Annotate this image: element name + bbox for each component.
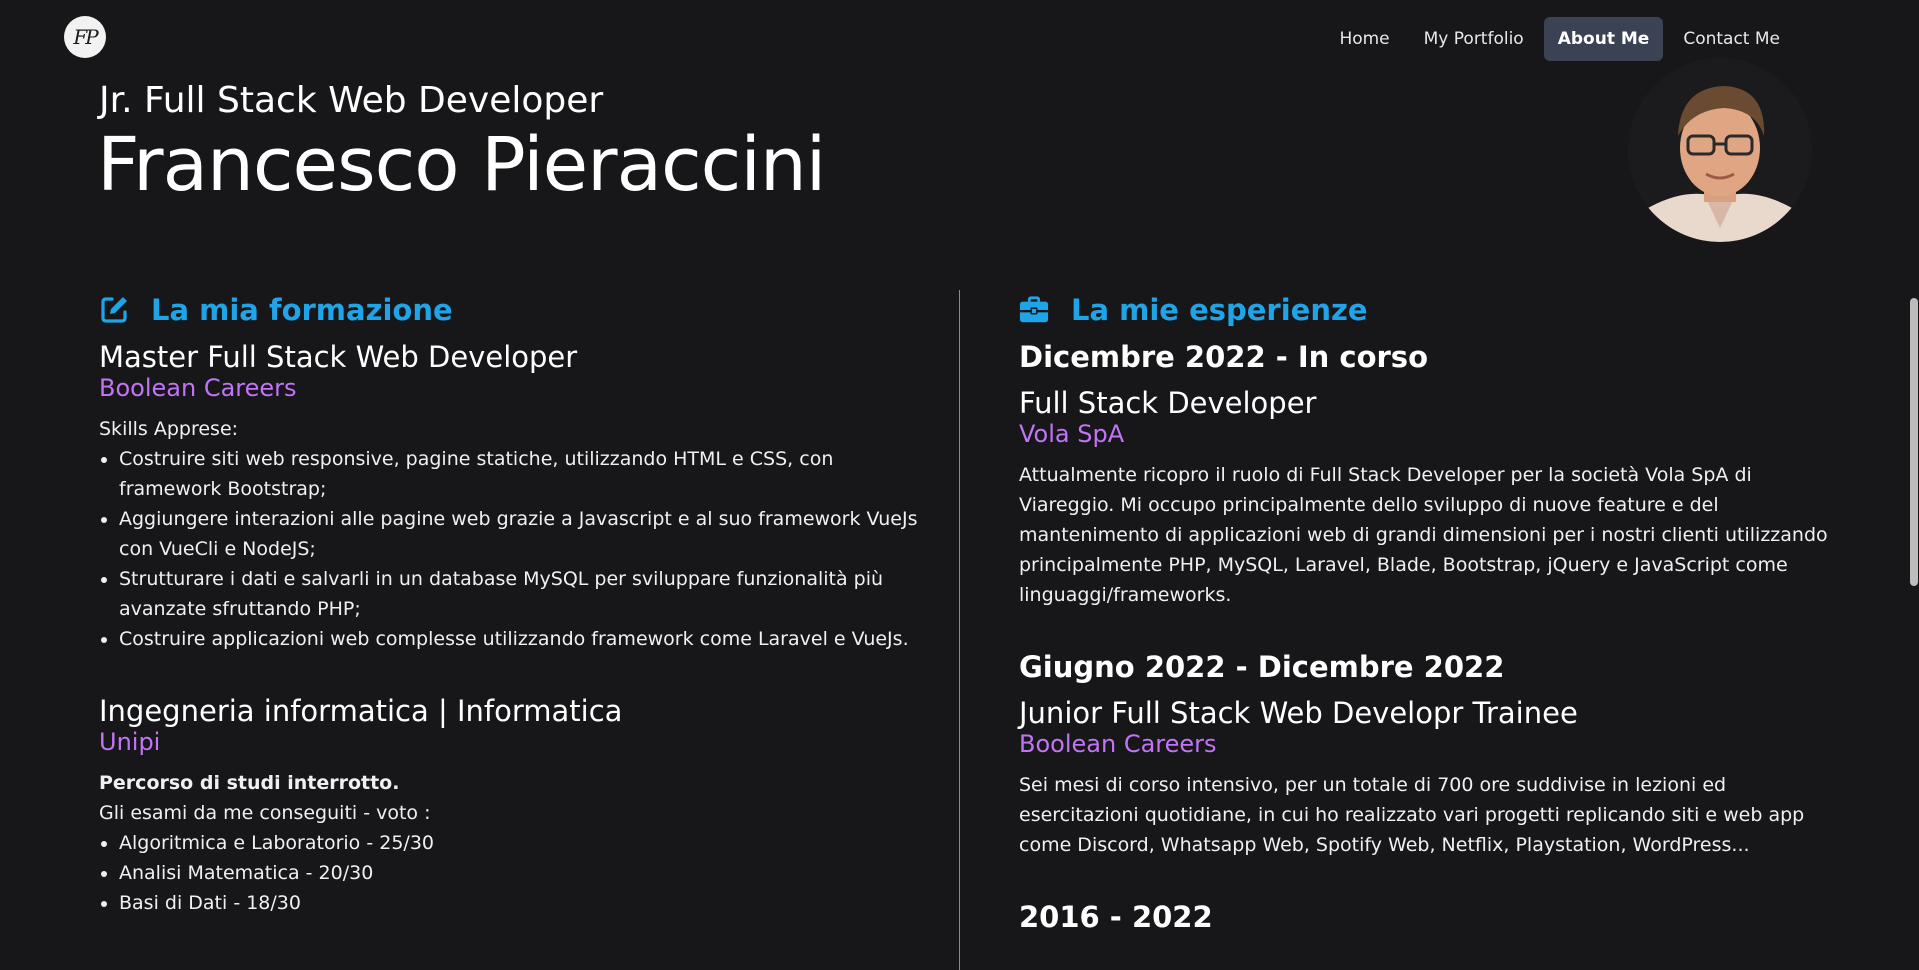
- edit-icon: [99, 295, 129, 325]
- experience-description: Sei mesi di corso intensivo, per un tota…: [1019, 774, 1805, 856]
- skills-list: Costruire siti web responsive, pagine st…: [99, 444, 919, 654]
- experience-role: Junior Full Stack Web Developr Trainee: [1019, 696, 1578, 730]
- exams-list: Algoritmica e Laboratorio - 25/30 Analis…: [99, 828, 919, 918]
- education-header: La mia formazione: [99, 290, 919, 330]
- experience-section: La mie esperienze Dicembre 2022 - In cor…: [1019, 290, 1829, 934]
- experience-period: 2016 - 2022: [1019, 900, 1213, 934]
- education-entry-title: Master Full Stack Web Developer: [99, 340, 578, 374]
- nav-home-link[interactable]: Home: [1325, 17, 1403, 61]
- education-title: La mia formazione: [151, 293, 453, 327]
- scrollbar-thumb[interactable]: [1910, 298, 1918, 586]
- nav-about-link[interactable]: About Me: [1543, 17, 1664, 61]
- experience-role: Full Stack Developer: [1019, 386, 1317, 420]
- education-entry-title: Ingegneria informatica | Informatica: [99, 694, 623, 728]
- list-item: Analisi Matematica - 20/30: [119, 858, 919, 888]
- experience-title: La mie esperienze: [1071, 293, 1368, 327]
- experience-period: Dicembre 2022 - In corso: [1019, 340, 1428, 374]
- education-section: La mia formazione Master Full Stack Web …: [99, 290, 919, 918]
- experience-period: Giugno 2022 - Dicembre 2022: [1019, 650, 1505, 684]
- column-divider: [959, 290, 960, 970]
- education-entry-institution: Unipi: [99, 728, 161, 756]
- list-item: Aggiungere interazioni alle pagine web g…: [119, 504, 919, 564]
- navbar: FP Home My Portfolio About Me Contact Me: [0, 0, 1919, 76]
- experience-header: La mie esperienze: [1019, 290, 1829, 330]
- nav-contact-link[interactable]: Contact Me: [1669, 17, 1794, 61]
- experience-description: Attualmente ricopro il ruolo di Full Sta…: [1019, 464, 1828, 606]
- list-item: Costruire applicazioni web complesse uti…: [119, 624, 919, 654]
- experience-company: Vola SpA: [1019, 420, 1125, 448]
- nav-portfolio-link[interactable]: My Portfolio: [1410, 17, 1538, 61]
- briefcase-icon: [1019, 295, 1049, 325]
- education-entry-note: Percorso di studi interrotto.: [99, 772, 400, 794]
- education-entry-intro: Skills Apprese:: [99, 418, 239, 440]
- hero-name: Francesco Pieraccini: [97, 122, 826, 208]
- experience-company: Boolean Careers: [1019, 730, 1217, 758]
- education-entry-institution: Boolean Careers: [99, 374, 297, 402]
- list-item: Algoritmica e Laboratorio - 25/30: [119, 828, 919, 858]
- list-item: Basi di Dati - 18/30: [119, 888, 919, 918]
- hero-subtitle: Jr. Full Stack Web Developer: [99, 80, 604, 121]
- list-item: Strutturare i dati e salvarli in un data…: [119, 564, 919, 624]
- list-item: Costruire siti web responsive, pagine st…: [119, 444, 919, 504]
- education-entry-intro: Gli esami da me conseguiti - voto :: [99, 802, 431, 824]
- avatar: [1628, 58, 1812, 242]
- logo[interactable]: FP: [64, 16, 106, 58]
- nav-links: Home My Portfolio About Me Contact Me: [1325, 17, 1794, 61]
